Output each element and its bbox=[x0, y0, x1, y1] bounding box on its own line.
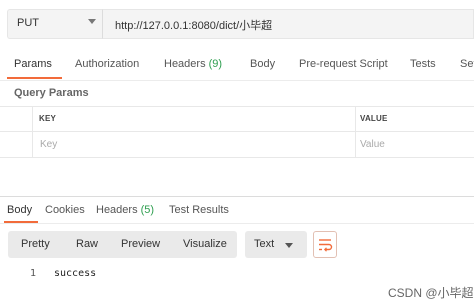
tab-headers-count: (9) bbox=[208, 58, 223, 70]
line-number: 1 bbox=[30, 268, 37, 279]
tab-headers[interactable]: Headers (9) bbox=[164, 58, 222, 70]
table-border-mid bbox=[0, 131, 474, 132]
tab-headers-label: Headers bbox=[164, 58, 206, 70]
view-preview-button[interactable]: Preview bbox=[121, 238, 160, 250]
chevron-down-icon[interactable] bbox=[88, 19, 96, 24]
tab-params[interactable]: Params bbox=[14, 58, 52, 70]
view-pretty-button[interactable]: Pretty bbox=[21, 238, 50, 250]
watermark: CSDN @小毕超 bbox=[388, 286, 474, 300]
column-header-value: VALUE bbox=[360, 114, 388, 123]
response-tab-test-results[interactable]: Test Results bbox=[169, 204, 229, 216]
tab-body-label: Body bbox=[250, 58, 276, 70]
key-input[interactable]: Key bbox=[40, 139, 57, 150]
response-tab-body-label: Body bbox=[7, 204, 33, 216]
active-tab-indicator bbox=[7, 77, 62, 79]
response-tab-headers[interactable]: Headers (5) bbox=[96, 204, 154, 216]
response-tab-headers-label: Headers bbox=[96, 204, 138, 216]
chevron-down-icon bbox=[285, 243, 293, 248]
view-visualize-button[interactable]: Visualize bbox=[183, 238, 227, 250]
query-params-title: Query Params bbox=[14, 87, 89, 99]
response-tab-cookies[interactable]: Cookies bbox=[45, 204, 85, 216]
tabs-divider bbox=[0, 80, 474, 81]
tab-pre-request-script[interactable]: Pre-request Script bbox=[299, 58, 388, 70]
response-tab-headers-count: (5) bbox=[140, 204, 155, 216]
tab-tests-label: Tests bbox=[410, 58, 436, 70]
table-border-top bbox=[0, 106, 474, 107]
url-text[interactable]: http://127.0.0.1:8080/dict/小毕超 bbox=[115, 17, 272, 33]
view-raw-button[interactable]: Raw bbox=[76, 238, 98, 250]
column-header-key: KEY bbox=[39, 114, 57, 123]
table-border-bottom bbox=[0, 157, 474, 158]
response-tab-test-results-label: Test Results bbox=[169, 204, 229, 216]
table-col-divider-1 bbox=[32, 106, 33, 157]
response-divider[interactable] bbox=[0, 196, 474, 197]
response-tabs-divider bbox=[0, 223, 474, 224]
tab-params-label: Params bbox=[14, 58, 52, 70]
response-tab-cookies-label: Cookies bbox=[45, 204, 85, 216]
method-label: PUT bbox=[17, 17, 39, 29]
tab-tests[interactable]: Tests bbox=[410, 58, 436, 70]
value-input[interactable]: Value bbox=[360, 139, 385, 150]
wrap-lines-button[interactable] bbox=[313, 231, 337, 258]
format-select-label: Text bbox=[254, 238, 275, 250]
wrap-lines-icon bbox=[319, 239, 333, 252]
tab-pre-request-script-label: Pre-request Script bbox=[299, 58, 388, 70]
tab-authorization-label: Authorization bbox=[75, 58, 140, 70]
response-tab-body[interactable]: Body bbox=[7, 204, 32, 216]
table-col-divider-2 bbox=[355, 106, 356, 157]
tab-authorization[interactable]: Authorization bbox=[75, 58, 139, 70]
tab-body[interactable]: Body bbox=[250, 58, 275, 70]
tab-settings-label: Setti bbox=[460, 58, 474, 70]
response-body-line: success bbox=[54, 268, 97, 279]
tab-settings[interactable]: Setti bbox=[460, 58, 474, 70]
